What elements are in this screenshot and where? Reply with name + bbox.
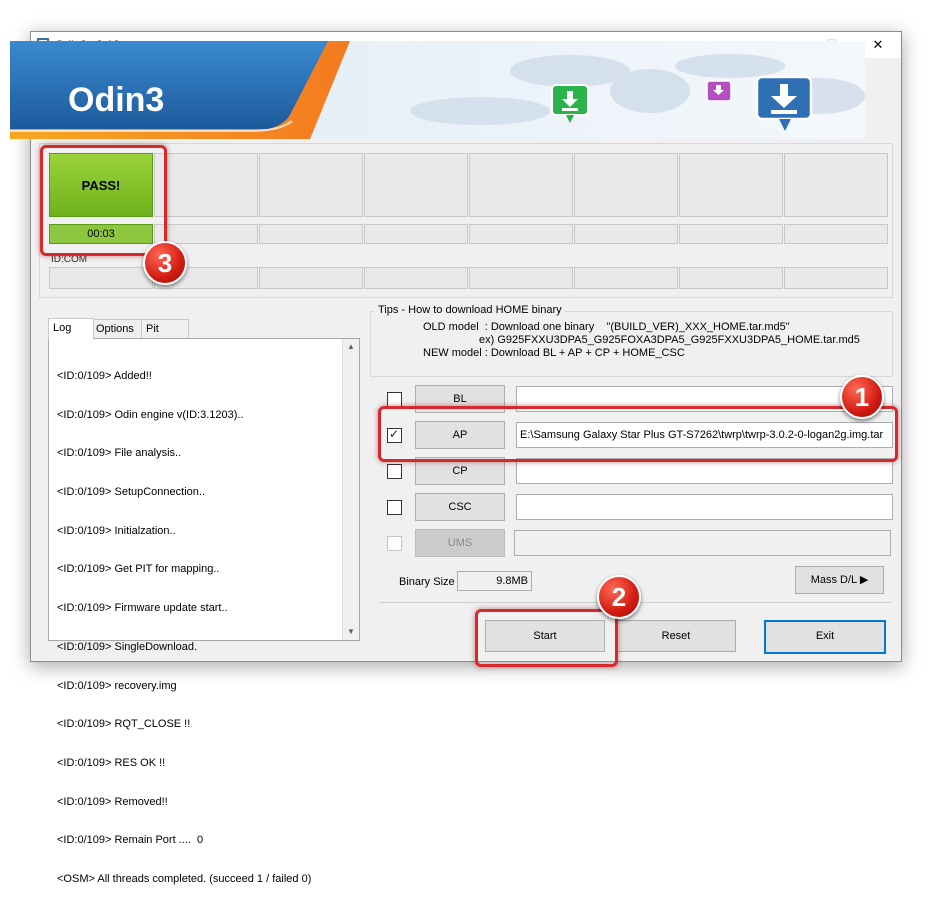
tips-title: Tips - How to download HOME binary [375,304,565,316]
port-4-id [364,267,468,289]
scroll-down-icon[interactable]: ▼ [343,624,359,640]
log-line: <ID:0/109> File analysis.. [57,447,182,460]
log-line: <ID:0/109> RES OK !! [57,757,166,769]
step-badge-1: 1 [840,375,884,419]
download-arrow-icon [755,75,813,131]
port-8-id [784,267,888,289]
port-7-id [679,267,783,289]
download-arrow-icon [551,84,589,123]
log-line: <ID:0/109> RQT_CLOSE !! [57,718,191,731]
log-line: <ID:0/109> Odin engine v(ID:3.1203).. [57,408,244,421]
port-5-time [469,224,573,244]
log-line: <ID:0/109> Removed!! [57,795,168,808]
log-line: <ID:0/109> Firmware update start.. [57,602,228,615]
port-5-id [469,267,573,289]
mass-dl-button[interactable]: Mass D/L ▶ [795,566,884,594]
ums-checkbox [387,536,402,551]
port-8-time [784,224,888,244]
port-7-status [679,153,783,217]
port-4-time [364,224,468,244]
ums-path-field [514,530,891,556]
tips-example: ex) G925FXXU3DPA5_G925FOXA3DPA5_G925FXXU… [479,334,860,346]
log-line: <ID:0/109> Initialzation.. [57,524,176,537]
log-line: <ID:0/109> SingleDownload. [57,640,198,653]
port-2-status [154,153,258,217]
port-3-status [259,153,363,217]
log-lines: <ID:0/109> Added!! <ID:0/109> Odin engin… [57,344,311,912]
binary-size-label: Binary Size [399,576,455,588]
banner-logo-text: Odin3 [68,81,165,119]
log-line: <ID:0/109> SetupConnection.. [57,485,205,498]
step-badge-3: 3 [143,241,187,285]
odin-banner: Odin3 [10,41,865,139]
scroll-up-icon[interactable]: ▲ [343,339,359,355]
exit-button[interactable]: Exit [764,620,886,654]
tips-new-model: NEW model : Download BL + AP + CP + HOME… [423,347,685,359]
csc-path-field[interactable] [516,494,893,520]
log-line: <OSM> All threads completed. (succeed 1 … [57,873,312,886]
download-arrow-icon [706,80,732,102]
ap-highlight [378,406,898,462]
binary-size-value: 9.8MB [457,571,532,591]
port-4-status [364,153,468,217]
bl-checkbox[interactable] [387,392,402,407]
port-6-status [574,153,678,217]
log-line: <ID:0/109> Added!! [57,369,152,382]
tab-options[interactable]: Options [91,319,146,339]
port-1-id [49,267,153,289]
pass-highlight [40,145,167,256]
reset-button[interactable]: Reset [616,620,736,652]
port-3-time [259,224,363,244]
log-scrollbar[interactable]: ▲ ▼ [342,339,359,640]
step-badge-2: 2 [597,575,641,619]
port-6-id [574,267,678,289]
tab-log[interactable]: Log [48,318,94,340]
csc-checkbox[interactable] [387,500,402,515]
csc-button[interactable]: CSC [415,493,505,521]
tips-old-model: OLD model : Download one binary "(BUILD_… [423,321,790,333]
port-3-id [259,267,363,289]
log-line: <ID:0/109> Get PIT for mapping.. [57,563,220,576]
port-8-status [784,153,888,217]
log-line: <ID:0/109> Remain Port .... 0 [57,834,204,847]
ums-button: UMS [415,529,505,557]
tab-pit[interactable]: Pit [141,319,189,339]
port-7-time [679,224,783,244]
cp-checkbox[interactable] [387,464,402,479]
port-6-time [574,224,678,244]
log-textarea[interactable]: <ID:0/109> Added!! <ID:0/109> Odin engin… [48,338,360,885]
start-highlight [475,609,618,667]
port-5-status [469,153,573,217]
